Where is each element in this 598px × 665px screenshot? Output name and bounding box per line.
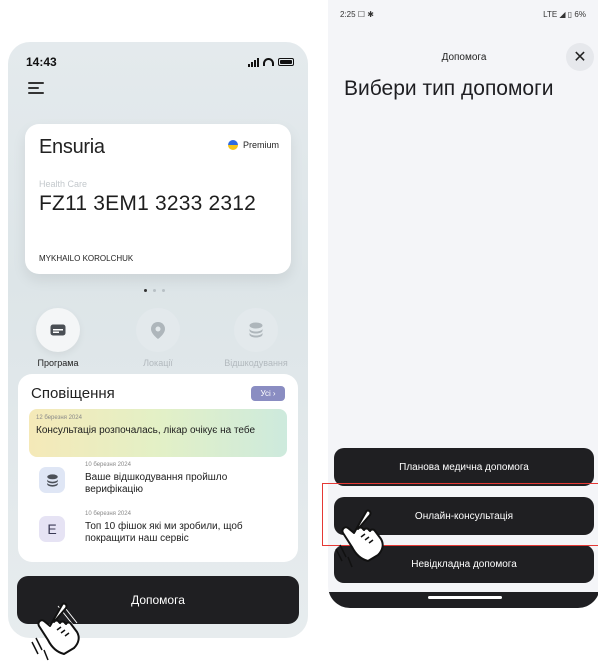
card-holder: MYKHAILO KOROLCHUK (39, 254, 134, 263)
home-indicator (328, 592, 598, 608)
card-brand: Ensuria (39, 136, 105, 158)
insurance-card[interactable]: Ensuria Premium Health Care FZ11 3EM1 32… (25, 124, 291, 274)
status-right: LTE ◢ ▯ 6% (543, 10, 586, 19)
help-button[interactable]: Допомога (17, 576, 299, 624)
quick-action-program[interactable]: Програма (13, 308, 103, 368)
quick-action-reimbursement[interactable]: Відшкодування (211, 308, 301, 368)
ukraine-flag-icon (227, 140, 238, 150)
option-emergency-care[interactable]: Невідкладна допомога (334, 545, 594, 583)
page-heading: Вибери тип допомоги (344, 77, 554, 100)
card-type: Health Care (39, 179, 88, 189)
notifications-title: Сповіщення (31, 385, 115, 402)
signal-icon (248, 57, 259, 67)
menu-icon[interactable] (28, 82, 44, 94)
status-time: 14:43 (26, 55, 57, 69)
quick-action-locations[interactable]: Локації (113, 308, 203, 368)
highlight-frame (322, 483, 598, 546)
notifications-panel: Сповіщення Усі › 12 березня 2024 Консуль… (18, 374, 298, 562)
message-icon: ☐ ✱ (357, 10, 374, 19)
status-bar: 2:25 ☐ ✱ LTE ◢ ▯ 6% (340, 10, 586, 19)
home-screen: 14:43 Ensuria Premium Health Care FZ11 3… (8, 42, 308, 638)
all-notifications-button[interactable]: Усі › (251, 386, 285, 401)
close-icon[interactable]: ✕ (566, 43, 594, 71)
option-planned-care[interactable]: Планова медична допомога (334, 448, 594, 486)
status-bar: 14:43 (26, 54, 294, 70)
card-number: FZ11 3EM1 3233 2312 (39, 192, 257, 215)
screen-title: Допомога (441, 52, 487, 63)
chevron-right-icon: › (272, 389, 276, 398)
carousel-dots[interactable] (144, 289, 165, 292)
card-tier: Premium (227, 140, 279, 150)
status-left: 2:25 ☐ ✱ (340, 10, 374, 19)
location-pin-icon (136, 308, 180, 352)
coins-icon (234, 308, 278, 352)
notification-item[interactable]: 12 березня 2024 Консультація розпочалась… (29, 409, 287, 457)
coins-icon (39, 467, 65, 493)
wifi-icon (263, 58, 274, 66)
notification-item[interactable]: 10 березня 2024 Ваше відшкодування пройш… (29, 459, 287, 507)
letter-e-icon: E (39, 516, 65, 542)
notification-item[interactable]: E 10 березня 2024 Топ 10 фішок які ми зр… (29, 508, 287, 556)
battery-icon (278, 58, 294, 66)
card-icon (36, 308, 80, 352)
